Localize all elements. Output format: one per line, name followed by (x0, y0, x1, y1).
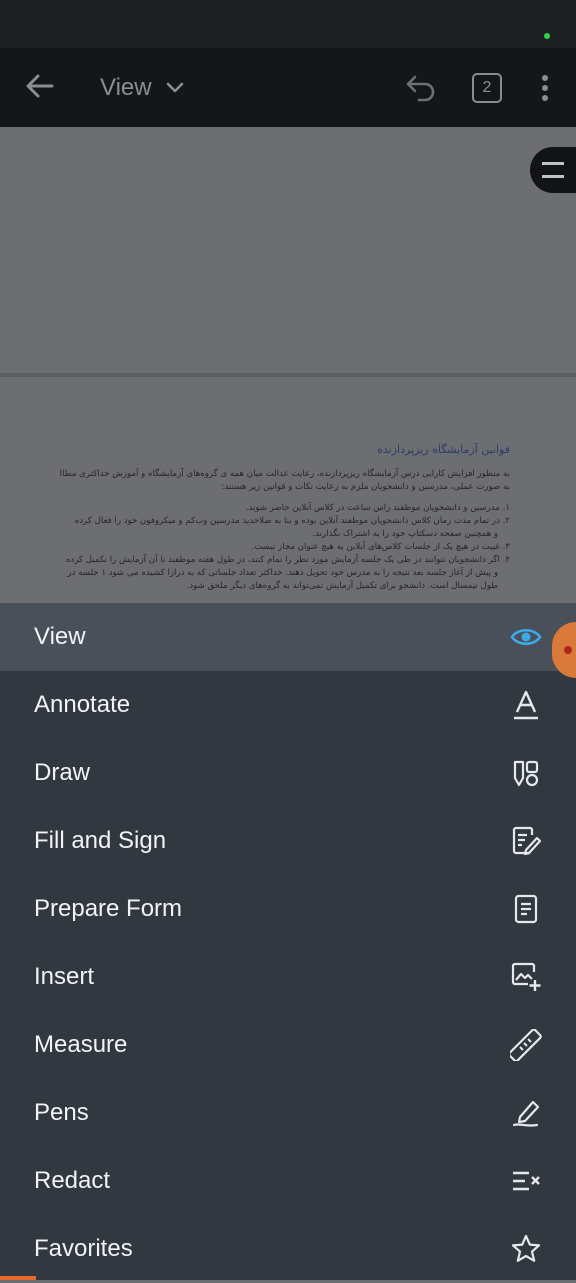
menu-item-label: Favorites (34, 1235, 133, 1262)
menu-item-measure[interactable]: Measure (0, 1011, 576, 1079)
record-dot-icon (564, 646, 572, 654)
doc-rule-line: ۲. در تمام مدت زمان کلاس دانشجویان موظفن… (74, 516, 510, 526)
insert-image-icon (506, 957, 546, 997)
menu-item-label: Draw (34, 759, 91, 786)
mode-dropdown[interactable]: View (100, 70, 184, 106)
document-page-1 (0, 127, 576, 373)
pen-icon (506, 1093, 546, 1133)
undo-button[interactable] (400, 68, 440, 108)
menu-item-label: Measure (34, 1031, 128, 1058)
top-toolbar: View 2 (0, 48, 576, 127)
menu-item-label: Insert (34, 963, 95, 990)
bottom-accent-bar (0, 1276, 36, 1280)
doc-rule-line: ۱. مدرسین و دانشجویان موظفند راس ساعت در… (245, 503, 510, 513)
privacy-indicator-dot (544, 33, 550, 39)
menu-item-label: Prepare Form (34, 895, 183, 922)
more-vertical-icon (542, 75, 548, 101)
back-arrow-icon (26, 74, 54, 98)
text-annotate-icon (506, 685, 546, 725)
doc-rule-line: و همچنین صفحه دسکتاپ خود را به اشتراک بگ… (312, 529, 498, 539)
document-page-2: قوانین آزمایشگاه ریزپردازنده به منظور اف… (0, 377, 576, 603)
menu-lines-icon (542, 162, 564, 178)
menu-item-pens[interactable]: Pens (0, 1079, 576, 1147)
doc-intro-line: به منظور افزایش کارایی درس آزمایشگاه ریز… (60, 469, 510, 479)
star-icon (506, 1229, 546, 1269)
undo-icon (406, 75, 435, 102)
eye-icon (506, 617, 546, 657)
menu-item-fill-and-sign[interactable]: Fill and Sign (0, 807, 576, 875)
redact-icon (506, 1161, 546, 1201)
ruler-icon (506, 1025, 546, 1065)
menu-item-favorites[interactable]: Favorites (0, 1215, 576, 1283)
doc-rule-line: و پیش از آغاز جلسه بعد نتیجه را به مدرس … (67, 568, 498, 578)
menu-item-redact[interactable]: Redact (0, 1147, 576, 1215)
status-bar (0, 0, 576, 48)
doc-rule-line: طول نیمسال است. دانشجو برای تکمیل آزمایش… (186, 581, 498, 591)
page-thumbnail-handle[interactable] (530, 147, 576, 193)
form-icon (506, 889, 546, 929)
mode-menu: View Annotate Draw Fill and Sign Prepare… (0, 603, 576, 1280)
menu-item-label: View (34, 623, 86, 650)
menu-item-prepare-form[interactable]: Prepare Form (0, 875, 576, 943)
menu-item-annotate[interactable]: Annotate (0, 671, 576, 739)
menu-item-label: Redact (34, 1167, 111, 1194)
fill-sign-icon (506, 821, 546, 861)
menu-item-label: Pens (34, 1099, 89, 1126)
more-options-button[interactable] (530, 68, 560, 108)
draw-shapes-icon (506, 753, 546, 793)
page-count-button[interactable]: 2 (472, 73, 502, 103)
document-content: قوانین آزمایشگاه ریزپردازنده به منظور اف… (60, 443, 510, 593)
menu-item-insert[interactable]: Insert (0, 943, 576, 1011)
document-viewer[interactable]: قوانین آزمایشگاه ریزپردازنده به منظور اف… (0, 127, 576, 603)
back-button[interactable] (20, 66, 60, 106)
menu-item-draw[interactable]: Draw (0, 739, 576, 807)
menu-item-label: Annotate (34, 691, 131, 718)
doc-rule-line: ۳. غیبت در هیچ یک از جلسات کلاس‌های آنلا… (251, 542, 511, 552)
document-title: قوانین آزمایشگاه ریزپردازنده (377, 443, 510, 456)
menu-item-view[interactable]: View (0, 603, 576, 671)
menu-item-label: Fill and Sign (34, 827, 167, 854)
doc-rule-line: ۴. اگر دانشجویان نتوانند در طی یک جلسه آ… (65, 555, 510, 565)
chevron-down-icon (166, 82, 183, 93)
doc-intro-line: به صورت عملی، مدرسین و دانشجویان ملزم به… (221, 482, 510, 492)
mode-dropdown-label: View (100, 74, 152, 101)
